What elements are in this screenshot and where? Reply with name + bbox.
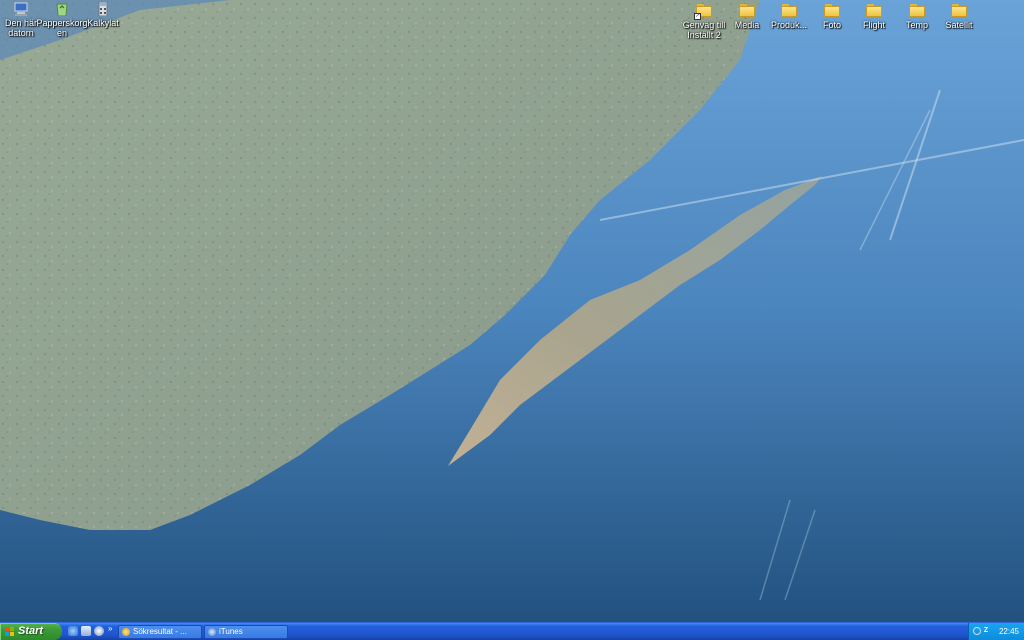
desktop-icon-satellit[interactable]: Satellit — [931, 4, 987, 30]
z-app-icon[interactable]: Z — [982, 627, 990, 635]
desktop-icon-label: Satellit — [945, 20, 973, 30]
start-label: Start — [18, 625, 44, 637]
folder-icon — [739, 4, 755, 18]
taskbar-button-label: iTunes — [219, 627, 243, 636]
folder-icon — [951, 4, 967, 18]
network-icon[interactable] — [973, 627, 981, 635]
folder-icon — [781, 4, 797, 18]
taskbar-button-itunes[interactable]: iTunes — [204, 625, 288, 639]
clock[interactable]: 22:45 — [999, 623, 1019, 640]
folder-icon — [824, 4, 840, 18]
show-desktop-icon[interactable] — [81, 626, 91, 636]
search-results-icon — [122, 628, 130, 636]
folder-shortcut-icon: ↗ — [694, 4, 712, 20]
recycle-bin-icon — [56, 3, 68, 16]
folder-icon — [909, 4, 925, 18]
computer-icon — [14, 2, 28, 16]
quick-launch-bar: » — [66, 624, 116, 639]
desktop-icon-calculator[interactable]: Kalkylat — [75, 2, 131, 28]
calculator-icon — [98, 2, 108, 16]
start-button[interactable]: Start — [0, 623, 62, 640]
desktop-icon-label: Kalkylat — [87, 18, 119, 28]
internet-explorer-icon[interactable] — [68, 626, 78, 636]
system-tray: Z 22:45 — [968, 623, 1024, 640]
taskbar-button-search-results[interactable]: Sökresultat - ... — [118, 625, 202, 639]
media-player-icon[interactable] — [94, 626, 104, 636]
taskbar: Start » Sökresultat - ... iTunes Z 22:45 — [0, 622, 1024, 640]
itunes-icon — [208, 628, 216, 636]
desktop[interactable]: Den här datorn Papperskorgen Kalkylat ↗ … — [0, 0, 1024, 622]
folder-icon — [866, 4, 882, 18]
taskbar-button-label: Sökresultat - ... — [133, 627, 187, 636]
windows-logo-icon — [5, 627, 15, 637]
wallpaper-satellite-image — [0, 0, 1024, 622]
quick-launch-more-button[interactable]: » — [108, 624, 112, 633]
